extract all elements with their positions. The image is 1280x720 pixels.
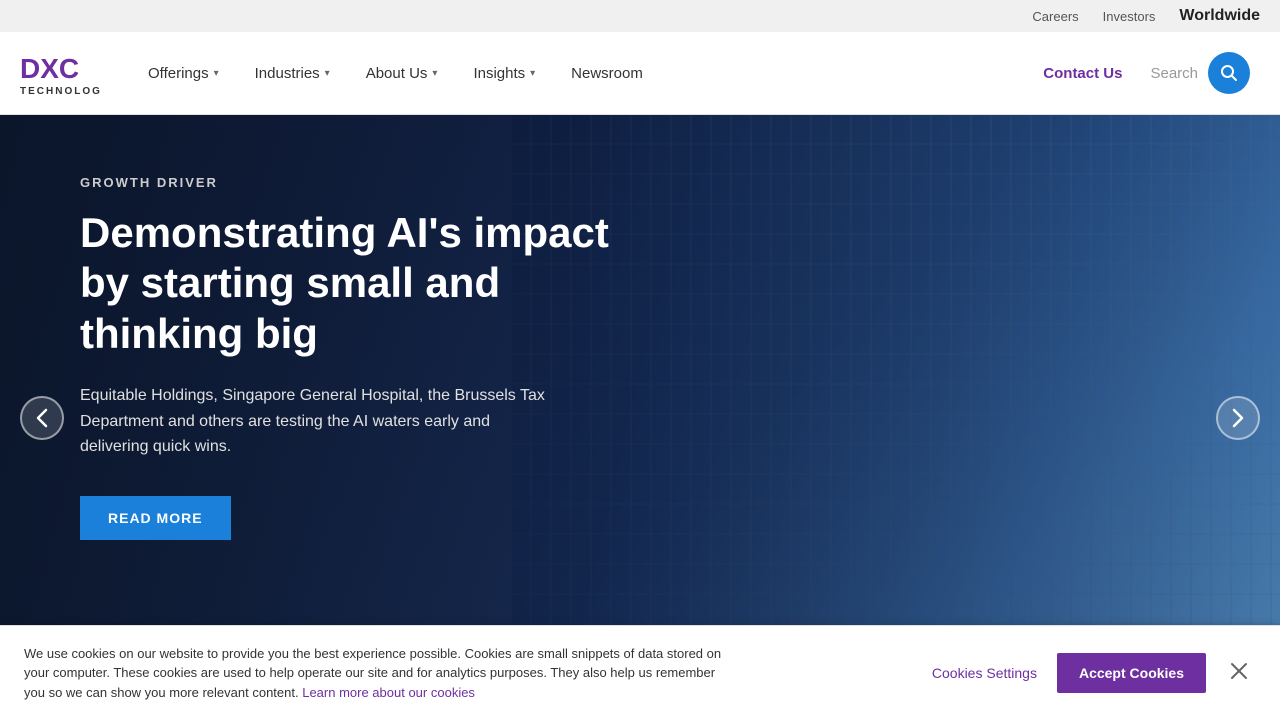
hero-label: GROWTH DRIVER [80,175,660,190]
svg-text:TECHNOLOGY: TECHNOLOGY [20,86,100,97]
insights-nav-item[interactable]: Insights ▾ [455,32,553,115]
chevron-right-icon [1232,408,1244,428]
logo-area[interactable]: DXC TECHNOLOGY [20,46,100,101]
cookie-close-button[interactable] [1222,658,1256,688]
cookie-learn-more-link[interactable]: Learn more about our cookies [302,685,475,700]
newsroom-nav-item[interactable]: Newsroom [553,32,661,115]
hero-title: Demonstrating AI's impact by starting sm… [80,208,660,359]
hero-content: GROWTH DRIVER Demonstrating AI's impact … [80,175,660,540]
hero-cta-button[interactable]: READ MORE [80,496,231,540]
about-us-chevron: ▾ [432,68,437,79]
carousel-next-button[interactable] [1216,396,1260,440]
chevron-left-icon [36,408,48,428]
careers-link[interactable]: Careers [1032,9,1078,24]
hero-description: Equitable Holdings, Singapore General Ho… [80,383,560,460]
worldwide-link[interactable]: Worldwide [1179,7,1260,25]
main-nav: DXC TECHNOLOGY Offerings ▾ Industries ▾ … [0,32,1280,115]
svg-text:DXC: DXC [20,53,79,84]
investors-link[interactable]: Investors [1103,9,1156,24]
offerings-nav-item[interactable]: Offerings ▾ [130,32,237,115]
insights-chevron: ▾ [530,68,535,79]
search-button[interactable] [1208,52,1250,94]
search-icon [1220,64,1238,82]
close-icon [1230,662,1248,680]
dxc-logo: DXC TECHNOLOGY [20,46,100,101]
cookie-banner: We use cookies on our website to provide… [0,625,1280,720]
industries-nav-item[interactable]: Industries ▾ [237,32,348,115]
cookie-actions: Cookies Settings Accept Cookies [928,653,1256,693]
accept-cookies-button[interactable]: Accept Cookies [1057,653,1206,693]
cookie-text: We use cookies on our website to provide… [24,644,724,703]
cookies-settings-button[interactable]: Cookies Settings [928,657,1041,689]
offerings-chevron: ▾ [214,68,219,79]
search-label[interactable]: Search [1150,65,1198,82]
top-bar: Careers Investors Worldwide [0,0,1280,32]
contact-us-nav-item[interactable]: Contact Us [1025,32,1140,115]
about-us-nav-item[interactable]: About Us ▾ [348,32,456,115]
nav-links: Offerings ▾ Industries ▾ About Us ▾ Insi… [130,32,1140,115]
carousel-prev-button[interactable] [20,396,64,440]
search-area: Search [1140,52,1260,94]
industries-chevron: ▾ [325,68,330,79]
